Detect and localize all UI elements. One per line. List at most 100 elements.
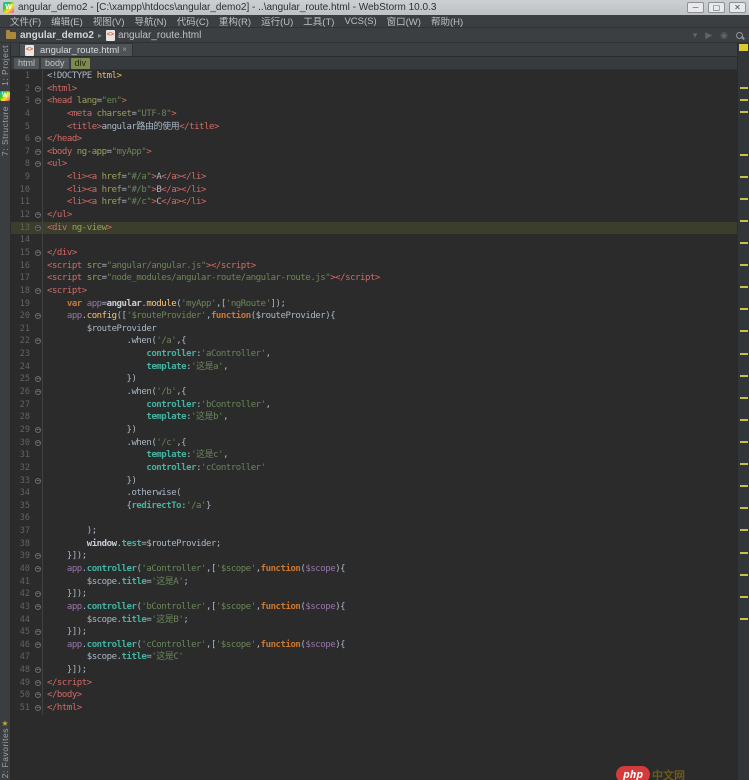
- scrollbar-warning-mark[interactable]: [740, 595, 748, 598]
- scrollbar-warning-mark[interactable]: [740, 99, 748, 101]
- breadcrumb-item-html[interactable]: html: [14, 57, 40, 69]
- code-line[interactable]: 18− <script>: [11, 284, 737, 298]
- fold-marker-icon[interactable]: −: [35, 287, 41, 294]
- fold-marker-icon[interactable]: −: [35, 553, 41, 560]
- fold-marker-icon[interactable]: −: [35, 338, 41, 345]
- scrollbar-warning-mark[interactable]: [740, 418, 748, 421]
- fold-marker-icon[interactable]: −: [35, 641, 41, 648]
- tool-window-structure[interactable]: 7: Structure: [0, 106, 10, 156]
- code-line[interactable]: 41 $scope.title='这是A';: [11, 575, 737, 589]
- fold-marker-icon[interactable]: −: [35, 313, 41, 320]
- menu-item-8[interactable]: VCS(S): [339, 16, 381, 27]
- scrollbar-warning-mark[interactable]: [740, 153, 748, 156]
- code-line[interactable]: 38 window.test=$routeProvider;: [11, 537, 737, 551]
- fold-marker-icon[interactable]: −: [35, 667, 41, 674]
- scrollbar-warning-mark[interactable]: [740, 219, 748, 222]
- code-line[interactable]: 30− .when('/c',{: [11, 436, 737, 450]
- code-line[interactable]: 10 <li><a href="#/b">B</a></li>: [11, 183, 737, 197]
- menu-item-7[interactable]: 工具(T): [298, 14, 339, 28]
- code-line[interactable]: 26− .when('/b',{: [11, 386, 737, 399]
- code-line[interactable]: 14: [11, 234, 737, 247]
- menu-item-2[interactable]: 视图(V): [88, 14, 130, 28]
- inspection-status-indicator[interactable]: [739, 44, 748, 51]
- fold-marker-icon[interactable]: −: [35, 565, 41, 572]
- code-line[interactable]: 1 <!DOCTYPE html>: [11, 70, 737, 83]
- fold-marker-icon[interactable]: −: [35, 224, 41, 231]
- fold-marker-icon[interactable]: −: [35, 439, 41, 446]
- tab-close-icon[interactable]: ×: [122, 46, 127, 54]
- scrollbar-warning-mark[interactable]: [740, 241, 748, 244]
- code-line[interactable]: 42− }]);: [11, 588, 737, 601]
- run-config-dropdown-icon[interactable]: ▾: [693, 30, 698, 40]
- code-line[interactable]: 35 {redirectTo:'/a'}: [11, 499, 737, 513]
- fold-marker-icon[interactable]: −: [35, 477, 41, 484]
- menu-item-5[interactable]: 重构(R): [214, 14, 256, 28]
- fold-marker-icon[interactable]: −: [35, 212, 41, 219]
- scrollbar-warning-mark[interactable]: [740, 286, 748, 289]
- menu-item-1[interactable]: 编辑(E): [46, 14, 88, 28]
- scrollbar-warning-mark[interactable]: [740, 175, 748, 178]
- code-line[interactable]: 13− <div ng-view>: [11, 221, 737, 235]
- fold-marker-icon[interactable]: −: [35, 629, 41, 636]
- code-line[interactable]: 51− </html>: [11, 702, 737, 715]
- fold-marker-icon[interactable]: −: [35, 705, 41, 712]
- scrollbar-warning-mark[interactable]: [740, 197, 748, 200]
- code-line[interactable]: 25− }): [11, 373, 737, 387]
- code-line[interactable]: 9 <li><a href="#/a">A</a></li>: [11, 171, 737, 184]
- fold-marker-icon[interactable]: −: [35, 85, 41, 92]
- menu-item-9[interactable]: 窗口(W): [382, 14, 426, 28]
- breadcrumb-project[interactable]: angular_demo2: [20, 30, 94, 41]
- fold-marker-icon[interactable]: −: [35, 692, 41, 699]
- menu-item-3[interactable]: 导航(N): [129, 14, 171, 28]
- scrollbar-warning-mark[interactable]: [740, 573, 748, 576]
- fold-marker-icon[interactable]: −: [35, 249, 41, 256]
- code-line[interactable]: 19 var app=angular.module('myApp',['ngRo…: [11, 297, 737, 311]
- breadcrumb-item-body[interactable]: body: [41, 57, 69, 69]
- tool-window-favorites[interactable]: 2: Favorites: [0, 728, 10, 778]
- fold-marker-icon[interactable]: −: [35, 389, 41, 396]
- scrollbar-warning-mark[interactable]: [740, 264, 748, 267]
- fold-marker-icon[interactable]: −: [35, 161, 41, 168]
- code-line[interactable]: 11 <li><a href="#/c">C</a></li>: [11, 196, 737, 210]
- menu-item-6[interactable]: 运行(U): [256, 14, 298, 28]
- fold-marker-icon[interactable]: −: [35, 376, 41, 383]
- fold-marker-icon[interactable]: −: [35, 426, 41, 433]
- code-line[interactable]: 48− }]);: [11, 664, 737, 677]
- code-line[interactable]: 37 );: [11, 525, 737, 538]
- scrollbar-warning-mark[interactable]: [740, 507, 748, 510]
- code-line[interactable]: 49− </script>: [11, 676, 737, 690]
- code-line[interactable]: 50− </body>: [11, 689, 737, 703]
- scrollbar-warning-mark[interactable]: [740, 374, 748, 377]
- code-line[interactable]: 29− }): [11, 423, 737, 437]
- fold-marker-icon[interactable]: −: [35, 603, 41, 610]
- scrollbar-warning-mark[interactable]: [740, 308, 748, 311]
- code-line[interactable]: 27 controller:'bController',: [11, 398, 737, 412]
- code-line[interactable]: 39− }]);: [11, 550, 737, 563]
- tool-window-project[interactable]: 1: Project: [0, 45, 10, 86]
- code-line[interactable]: 44 $scope.title='这是B';: [11, 613, 737, 627]
- scrollbar-warning-mark[interactable]: [740, 551, 748, 554]
- breadcrumb-file[interactable]: angular_route.html: [118, 30, 201, 41]
- code-line[interactable]: 32 controller:'cController': [11, 461, 737, 475]
- code-line[interactable]: 33− }): [11, 474, 737, 488]
- code-line[interactable]: 6− </head>: [11, 133, 737, 146]
- scrollbar-warning-mark[interactable]: [740, 352, 748, 355]
- menu-item-0[interactable]: 文件(F): [5, 14, 46, 28]
- code-line[interactable]: 24 template:'这是a',: [11, 360, 737, 374]
- maximize-button[interactable]: ▢: [708, 2, 725, 13]
- code-line[interactable]: 43− app.controller('bController',['$scop…: [11, 600, 737, 614]
- code-line[interactable]: 46− app.controller('cController',['$scop…: [11, 638, 737, 652]
- code-line[interactable]: 28 template:'这是b',: [11, 411, 737, 424]
- scrollbar-warning-mark[interactable]: [740, 529, 748, 532]
- code-line[interactable]: 47 $scope.title='这是C': [11, 651, 737, 665]
- code-line[interactable]: 31 template:'这是c',: [11, 449, 737, 462]
- scrollbar-warning-mark[interactable]: [740, 463, 748, 466]
- code-line[interactable]: 17 <script src="node_modules/angular-rout…: [11, 272, 737, 285]
- scrollbar-warning-mark[interactable]: [740, 396, 748, 399]
- fold-marker-icon[interactable]: −: [35, 679, 41, 686]
- search-icon[interactable]: [736, 31, 743, 39]
- scrollbar-warning-mark[interactable]: [740, 617, 748, 620]
- scrollbar-warning-mark[interactable]: [740, 87, 748, 90]
- code-line[interactable]: 8− <ul>: [11, 158, 737, 172]
- error-stripe-scrollbar[interactable]: [737, 43, 749, 780]
